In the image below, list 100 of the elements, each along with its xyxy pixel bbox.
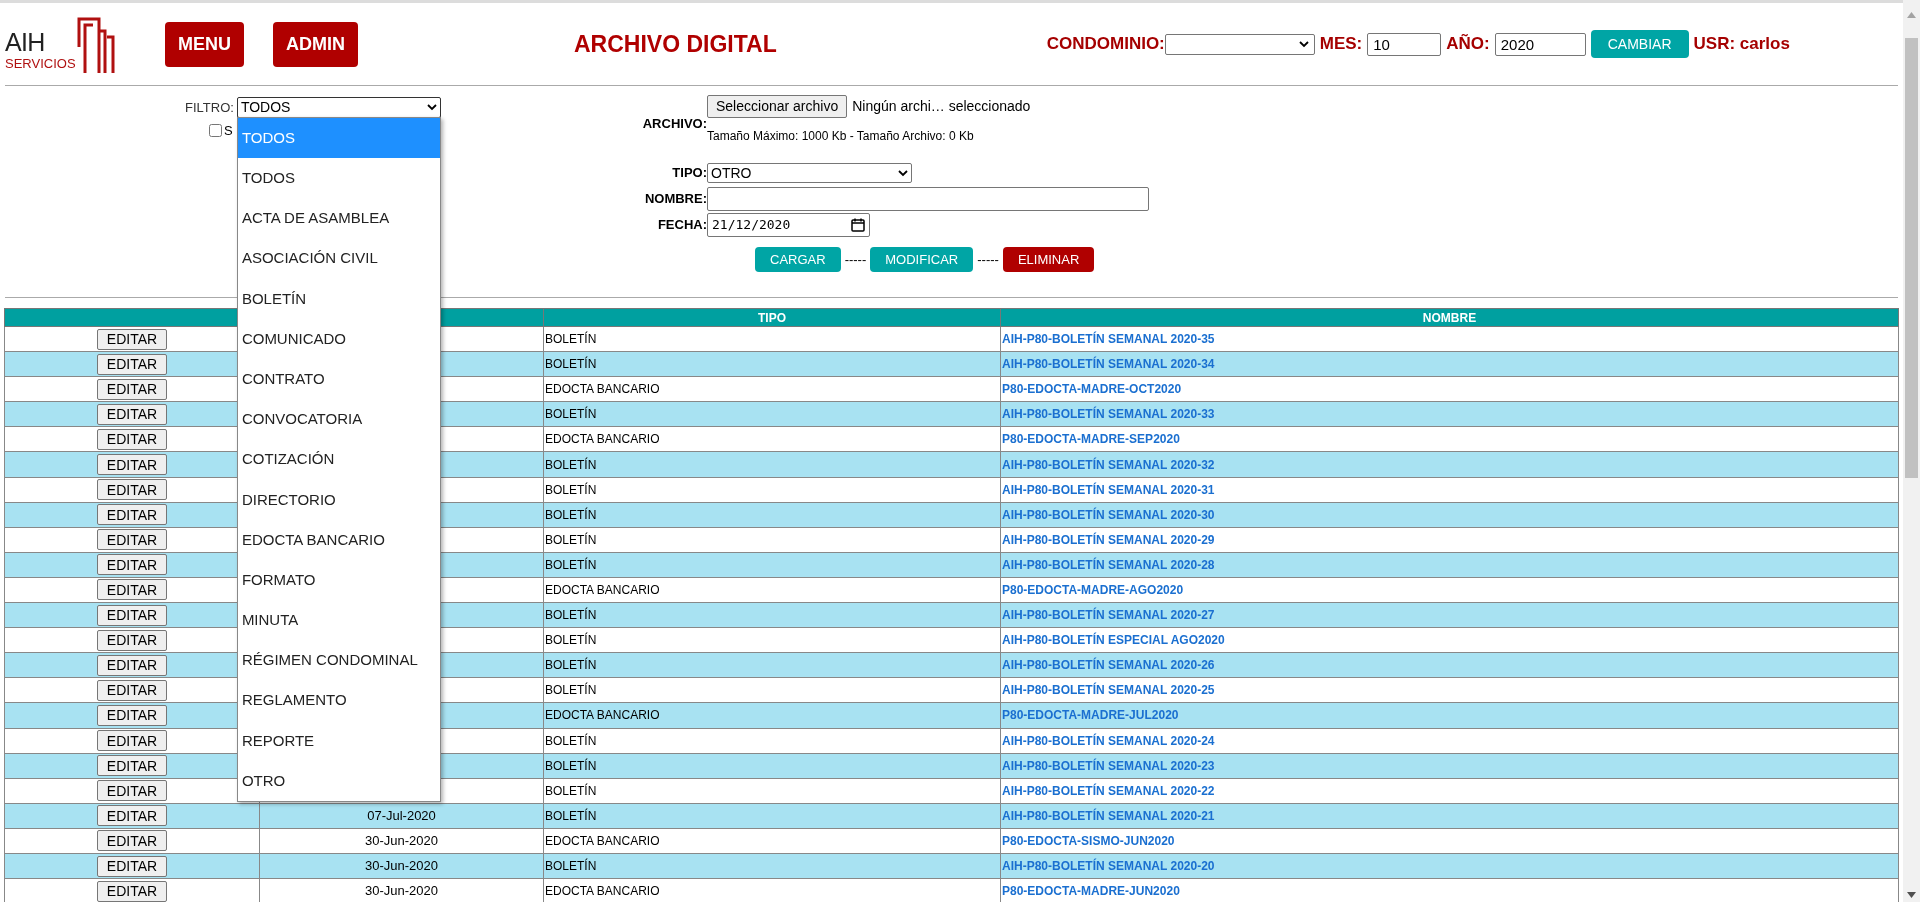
document-link[interactable]: P80-EDOCTA-MADRE-AGO2020 [1002, 583, 1184, 597]
document-link[interactable]: AIH-P80-BOLETÍN ESPECIAL AGO2020 [1002, 633, 1225, 648]
filter-option[interactable]: TODOS [237, 158, 440, 199]
tipo-label: TIPO: [671, 164, 707, 183]
edit-button[interactable]: EDITAR [97, 805, 167, 827]
document-link[interactable]: P80-EDOCTA-MADRE-JUL2020 [1002, 708, 1179, 723]
edit-button[interactable]: EDITAR [97, 629, 167, 651]
edit-button[interactable]: EDITAR [97, 328, 167, 350]
edit-button[interactable]: EDITAR [97, 579, 167, 601]
anio-field[interactable]: 2020 [1494, 32, 1586, 56]
filter-option[interactable]: DIRECTORIO [237, 479, 440, 520]
logo-subtitle: SERVICIOS [5, 57, 76, 70]
building-logo-icon [76, 17, 115, 73]
edit-button[interactable]: EDITAR [97, 604, 167, 626]
filter-option[interactable]: REPORTE [237, 720, 440, 761]
edit-button[interactable]: EDITAR [97, 378, 167, 400]
fecha-field[interactable]: 21/12/2020 [707, 213, 870, 237]
document-link[interactable]: AIH-P80-BOLETÍN SEMANAL 2020-24 [1002, 733, 1215, 748]
column-header: NOMBRE [1000, 308, 1899, 327]
date-text: 30-Jun-2020 [365, 883, 438, 899]
edit-button[interactable]: EDITAR [97, 554, 167, 576]
document-link[interactable]: AIH-P80-BOLETÍN SEMANAL 2020-21 [1002, 808, 1215, 823]
filter-option[interactable]: RÉGIMEN CONDOMINAL [237, 640, 440, 681]
document-link[interactable]: P80-EDOCTA-MADRE-JUN2020 [1002, 884, 1180, 899]
page-title: ARCHIVO DIGITAL [574, 29, 777, 59]
filter-option[interactable]: COMUNICADO [237, 318, 440, 360]
edit-button[interactable]: EDITAR [97, 353, 167, 375]
date-text: 30-Jun-2020 [365, 858, 438, 874]
edit-button[interactable]: EDITAR [97, 454, 167, 475]
file-select-button[interactable]: Seleccionar archivo [707, 95, 848, 118]
filter-option[interactable]: BOLETÍN [237, 278, 440, 319]
filter-option[interactable]: COTIZACIÓN [237, 439, 440, 480]
document-link[interactable]: P80-EDOCTA-SISMO-JUN2020 [1002, 833, 1175, 848]
document-link[interactable]: AIH-P80-BOLETÍN SEMANAL 2020-29 [1002, 532, 1215, 547]
nav-button[interactable]: ADMIN [273, 21, 358, 67]
edit-button[interactable]: EDITAR [97, 755, 167, 777]
filter-option[interactable]: CONVOCATORIA [237, 399, 440, 440]
tipo-text: BOLETÍN [545, 482, 597, 497]
tipo-text: BOLETÍN [545, 507, 597, 522]
document-link[interactable]: AIH-P80-BOLETÍN SEMANAL 2020-30 [1002, 507, 1215, 522]
column-header: TIPO [543, 308, 1001, 327]
scroll-down-icon[interactable] [1907, 892, 1916, 898]
nombre-field[interactable] [707, 187, 1149, 211]
checkbox-label: S [224, 122, 233, 140]
filter-option[interactable]: CONTRATO [237, 359, 440, 400]
edit-button[interactable]: EDITAR [97, 704, 167, 726]
document-link[interactable]: P80-EDOCTA-MADRE-OCT2020 [1002, 382, 1182, 397]
document-link[interactable]: AIH-P80-BOLETÍN SEMANAL 2020-27 [1002, 608, 1215, 623]
edit-button[interactable]: EDITAR [97, 855, 167, 877]
filter-option[interactable]: ASOCIACIÓN CIVIL [237, 238, 440, 279]
separator-text: ----- [977, 250, 999, 269]
tipo-text: BOLETÍN [545, 758, 597, 773]
edit-button[interactable]: EDITAR [97, 403, 167, 425]
document-link[interactable]: AIH-P80-BOLETÍN SEMANAL 2020-31 [1002, 482, 1215, 497]
tipo-text: BOLETÍN [545, 407, 597, 422]
logo-text: AIH [5, 30, 46, 55]
filter-option[interactable]: REGLAMENTO [237, 680, 440, 721]
document-link[interactable]: AIH-P80-BOLETÍN SEMANAL 2020-34 [1002, 357, 1215, 372]
document-link[interactable]: AIH-P80-BOLETÍN SEMANAL 2020-28 [1002, 557, 1215, 572]
edit-button[interactable]: EDITAR [97, 504, 167, 526]
edit-button[interactable]: EDITAR [97, 654, 167, 676]
filter-select[interactable]: TODOS [236, 97, 441, 118]
scrollbar-thumb[interactable] [1905, 38, 1918, 478]
document-link[interactable]: AIH-P80-BOLETÍN SEMANAL 2020-20 [1002, 859, 1215, 873]
condominio-select[interactable] [1164, 33, 1315, 55]
condominio-label: CONDOMINIO: [1046, 33, 1165, 56]
filter-option[interactable]: OTRO [237, 761, 440, 802]
scrollbar[interactable] [1903, 0, 1920, 902]
separator-text: ----- [844, 250, 867, 269]
edit-button[interactable]: EDITAR [97, 730, 167, 752]
filter-option[interactable]: FORMATO [237, 560, 440, 601]
edit-button[interactable]: EDITAR [97, 428, 167, 450]
document-link[interactable]: AIH-P80-BOLETÍN SEMANAL 2020-22 [1002, 783, 1215, 798]
nav-button[interactable]: MENU [165, 21, 244, 67]
tipo-text: BOLETÍN [545, 332, 597, 347]
checkbox[interactable] [209, 124, 222, 138]
document-link[interactable]: AIH-P80-BOLETÍN SEMANAL 2020-32 [1002, 457, 1215, 472]
mes-field[interactable]: 10 [1367, 32, 1442, 56]
document-link[interactable]: AIH-P80-BOLETÍN SEMANAL 2020-33 [1002, 407, 1215, 422]
edit-button[interactable]: EDITAR [97, 830, 167, 852]
fecha-label: FECHA: [656, 216, 707, 235]
calendar-icon [851, 218, 865, 232]
document-link[interactable]: AIH-P80-BOLETÍN SEMANAL 2020-25 [1002, 683, 1215, 698]
filter-option[interactable]: ACTA DE ASAMBLEA [237, 198, 440, 239]
tipo-select[interactable]: OTRO [707, 163, 912, 183]
filter-option[interactable]: EDOCTA BANCARIO [237, 519, 440, 561]
document-link[interactable]: AIH-P80-BOLETÍN SEMANAL 2020-23 [1002, 758, 1215, 773]
edit-button[interactable]: EDITAR [97, 880, 167, 902]
document-link[interactable]: AIH-P80-BOLETÍN SEMANAL 2020-35 [1002, 332, 1215, 347]
tipo-text: BOLETÍN [545, 783, 597, 798]
edit-button[interactable]: EDITAR [97, 679, 167, 701]
filter-option[interactable]: MINUTA [237, 600, 440, 641]
tipo-text: EDOCTA BANCARIO [545, 708, 660, 723]
tipo-text: BOLETÍN [545, 608, 597, 623]
document-link[interactable]: AIH-P80-BOLETÍN SEMANAL 2020-26 [1002, 658, 1215, 673]
edit-button[interactable]: EDITAR [97, 780, 167, 802]
edit-button[interactable]: EDITAR [97, 529, 167, 551]
edit-button[interactable]: EDITAR [97, 479, 167, 501]
action-button[interactable]: ELIMINAR [1002, 247, 1095, 272]
document-link[interactable]: P80-EDOCTA-MADRE-SEP2020 [1002, 432, 1180, 447]
